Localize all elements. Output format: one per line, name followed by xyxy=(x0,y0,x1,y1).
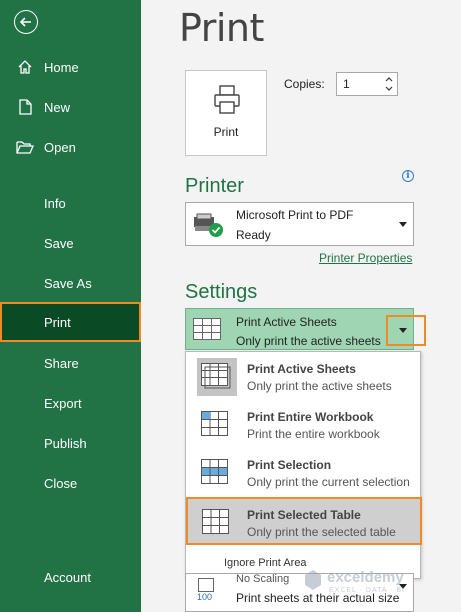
sidebar-item-open[interactable]: Open xyxy=(0,127,141,167)
sidebar-item-label: Close xyxy=(44,475,78,491)
printer-dropdown[interactable]: Microsoft Print to PDF Ready xyxy=(185,202,414,246)
printer-status: Ready xyxy=(236,228,271,242)
sidebar-item-publish[interactable]: Publish xyxy=(0,423,141,463)
option-title: Print Selected Table xyxy=(247,508,361,522)
sidebar-item-label: Open xyxy=(44,139,76,155)
print-button-label: Print xyxy=(213,125,239,139)
stepper-arrows-icon[interactable] xyxy=(383,74,395,94)
option-desc: Only print the current selection xyxy=(247,475,410,489)
chevron-down-icon xyxy=(399,222,407,227)
sidebar-item-label: Share xyxy=(44,355,79,371)
copies-value: 1 xyxy=(343,77,350,91)
scaling-desc: Print sheets at their actual size xyxy=(236,591,400,605)
scaling-icon-number: 100 xyxy=(197,592,213,602)
copies-stepper[interactable]: 1 xyxy=(336,72,398,96)
sidebar-item-label: Info xyxy=(44,195,66,211)
chevron-down-icon xyxy=(399,584,407,589)
menu-item-print-selected-table[interactable]: Print Selected Table Only print the sele… xyxy=(186,497,422,545)
dropdown-arrow-button[interactable] xyxy=(386,315,426,346)
scaling-title: No Scaling xyxy=(236,573,290,585)
print-pane: Print Print Copies: 1 Printer i Microsof… xyxy=(141,0,461,612)
option-title: Print Active Sheets xyxy=(247,362,356,376)
selected-option-desc: Only print the active sheets xyxy=(236,334,381,348)
workbook-icon xyxy=(201,411,228,436)
back-arrow-icon[interactable] xyxy=(14,10,38,34)
ignore-print-area-label: Ignore Print Area xyxy=(224,557,307,569)
sidebar-item-label: New xyxy=(44,99,71,115)
option-desc: Only print the selected table xyxy=(247,525,396,539)
menu-item-print-active-sheets[interactable]: Print Active Sheets Only print the activ… xyxy=(186,352,420,400)
sidebar-item-save[interactable]: Save xyxy=(0,223,141,263)
scaling-icon xyxy=(198,578,214,592)
info-icon[interactable]: i xyxy=(402,170,414,182)
option-desc: Only print the active sheets xyxy=(247,379,392,393)
printer-name: Microsoft Print to PDF xyxy=(236,208,354,222)
sidebar-item-label: Save As xyxy=(44,275,92,291)
menu-item-print-selection[interactable]: Print Selection Only print the current s… xyxy=(186,448,420,496)
backstage-sidebar: Home New Open Info Save Save As Print Sh… xyxy=(0,0,141,612)
printer-properties-link[interactable]: Printer Properties xyxy=(319,251,412,265)
sidebar-item-close[interactable]: Close xyxy=(0,463,141,503)
copies-label: Copies: xyxy=(284,77,325,91)
sidebar-item-label: Account xyxy=(44,569,91,585)
active-sheets-icon xyxy=(201,363,231,389)
scaling-dropdown[interactable]: 100 No Scaling Print sheets at their act… xyxy=(185,573,414,612)
sidebar-item-print[interactable]: Print xyxy=(0,302,141,342)
menu-item-print-entire-workbook[interactable]: Print Entire Workbook Print the entire w… xyxy=(186,400,420,448)
sidebar-item-label: Print xyxy=(44,314,71,330)
chevron-down-icon xyxy=(399,328,407,333)
table-icon xyxy=(202,509,229,534)
print-what-dropdown[interactable]: Print Active Sheets Only print the activ… xyxy=(185,308,414,350)
selected-option-title: Print Active Sheets xyxy=(236,315,337,329)
option-title: Print Selection xyxy=(247,458,332,472)
option-title: Print Entire Workbook xyxy=(247,410,374,424)
sidebar-item-label: Save xyxy=(44,235,74,251)
print-what-menu: Print Active Sheets Only print the activ… xyxy=(185,351,422,579)
page-title: Print xyxy=(179,6,264,50)
printer-icon xyxy=(214,85,240,114)
sidebar-item-export[interactable]: Export xyxy=(0,383,141,423)
home-icon xyxy=(16,58,34,76)
printer-heading: Printer xyxy=(185,175,244,197)
sidebar-item-home[interactable]: Home xyxy=(0,47,141,87)
printer-ready-icon xyxy=(194,213,223,237)
print-button[interactable]: Print xyxy=(185,70,267,156)
sidebar-item-new[interactable]: New xyxy=(0,87,141,127)
new-file-icon xyxy=(16,98,34,116)
sidebar-item-info[interactable]: Info xyxy=(0,183,141,223)
sidebar-item-save-as[interactable]: Save As xyxy=(0,263,141,303)
sidebar-item-label: Home xyxy=(44,59,79,75)
sidebar-item-label: Export xyxy=(44,395,82,411)
folder-open-icon xyxy=(16,138,34,156)
settings-heading: Settings xyxy=(185,281,258,303)
sidebar-item-label: Publish xyxy=(44,435,87,451)
sheet-grid-icon xyxy=(193,318,221,340)
sidebar-item-share[interactable]: Share xyxy=(0,343,141,383)
option-desc: Print the entire workbook xyxy=(247,427,380,441)
selection-icon xyxy=(201,459,228,484)
sidebar-item-account[interactable]: Account xyxy=(0,557,141,597)
